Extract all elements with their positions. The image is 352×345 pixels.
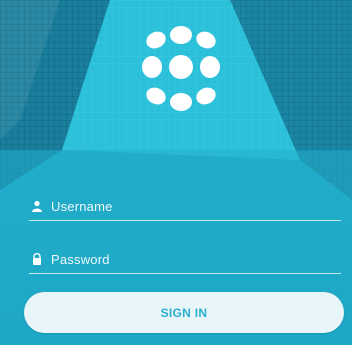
user-icon [32, 200, 42, 212]
password-placeholder: Password [51, 251, 110, 267]
username-placeholder: Username [51, 198, 113, 214]
username-field[interactable]: Username [29, 192, 341, 221]
app-logo [142, 26, 220, 111]
sign-in-button[interactable]: SIGN IN [24, 292, 344, 333]
login-screen: Username Password SIGN IN [0, 0, 352, 345]
lock-icon [33, 253, 41, 265]
password-field[interactable]: Password [29, 245, 341, 274]
